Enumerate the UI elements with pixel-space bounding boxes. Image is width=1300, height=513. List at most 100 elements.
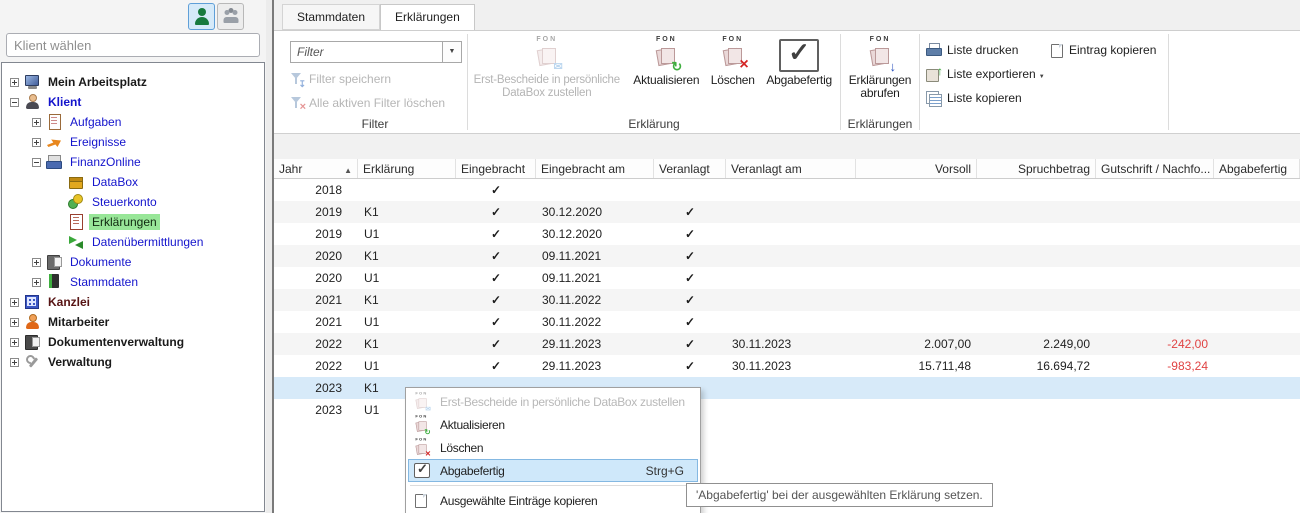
fon-refresh-icon: FON (411, 414, 432, 435)
cell-veranlagt (654, 333, 726, 355)
checkmark-icon (491, 205, 501, 219)
expand-plus-icon[interactable] (31, 137, 41, 147)
cell-veranlagt_am: 30.11.2023 (732, 359, 792, 373)
column-header-veranlagt[interactable]: Veranlagt (654, 159, 726, 178)
context-menu: FON Erst-Bescheide in persönliche DataBox… (405, 387, 701, 513)
sidebar-item-databox[interactable]: DataBox (2, 172, 264, 192)
table-row[interactable]: 2018 (274, 179, 1300, 201)
cell-eingebracht (456, 289, 536, 311)
sidebar-item-dokumentenverwaltung[interactable]: Dokumentenverwaltung (2, 332, 264, 352)
sidebar-item-stammdaten[interactable]: Stammdaten (2, 272, 264, 292)
table-row[interactable]: 2019 U1 30.12.2020 (274, 223, 1300, 245)
table-row[interactable]: 2021 K1 30.11.2022 (274, 289, 1300, 311)
column-header-gutschrift[interactable]: Gutschrift / Nachfo... (1096, 159, 1214, 178)
sidebar-item-steuerkonto[interactable]: Steuerkonto (2, 192, 264, 212)
table-row[interactable]: 2021 U1 30.11.2022 (274, 311, 1300, 333)
filter-combo[interactable]: Filter (290, 41, 462, 63)
sort-asc-icon (340, 162, 352, 176)
sidebar-item-finanzonline[interactable]: FinanzOnline (2, 152, 264, 172)
ribbon-button-loeschen[interactable]: FON Löschen (707, 31, 758, 115)
menu-separator (410, 485, 696, 486)
checkmark-box-icon (411, 460, 434, 482)
expand-plus-icon[interactable] (9, 317, 19, 327)
cell-abgabefertig (1214, 245, 1300, 267)
collapse-minus-icon[interactable] (31, 157, 41, 167)
sidebar-item-datenuebermittlungen[interactable]: Datenübermittlungen (2, 232, 264, 252)
column-header-spruchbetrag[interactable]: Spruchbetrag (977, 159, 1096, 178)
client-search-input[interactable] (6, 33, 260, 57)
cell-veranlagt_am (726, 377, 856, 399)
menu-item-label: Aktualisieren (440, 417, 505, 432)
sidebar-item-klient[interactable]: Klient (2, 92, 264, 112)
sidebar-item-mein-arbeitsplatz[interactable]: Mein Arbeitsplatz (2, 72, 264, 92)
column-header-erklaerung[interactable]: Erklärung (358, 159, 456, 178)
cell-veranlagt (654, 311, 726, 333)
ribbon-button-label: Löschen (710, 73, 755, 87)
cell-eingebracht_am: 29.11.2023 (542, 359, 602, 373)
fon-letters: FON (415, 390, 428, 395)
table-row[interactable]: 2022 U1 29.11.2023 30.11.2023 15.711,48 16.69… (274, 355, 1300, 377)
column-header-eingebracht_am[interactable]: Eingebracht am (536, 159, 654, 178)
sidebar-item-kanzlei[interactable]: Kanzlei (2, 292, 264, 312)
ribbon-group-erklaerung-label: Erklärung (628, 117, 680, 131)
ribbon-button-liste-exportieren[interactable]: Liste exportieren (926, 63, 1045, 85)
ribbon-button-erstbescheide[interactable]: FON Erst-Bescheide in persönliche DataBo… (468, 31, 626, 115)
expand-plus-icon[interactable] (31, 117, 41, 127)
tab-erklaerungen[interactable]: Erklärungen (380, 4, 475, 30)
column-header-label: Abgabefertig (1219, 161, 1288, 176)
column-header-veranlagt_am[interactable]: Veranlagt am (726, 159, 856, 178)
cell-vorsoll (856, 399, 977, 421)
expand-plus-icon[interactable] (9, 357, 19, 367)
ribbon-button-liste-drucken[interactable]: Liste drucken (926, 39, 1018, 61)
cell-spruchbetrag (977, 267, 1096, 289)
expand-plus-icon[interactable] (9, 77, 19, 87)
sidebar-item-mitarbeiter[interactable]: Mitarbeiter (2, 312, 264, 332)
sidebar-item-erklaerungen[interactable]: Erklärungen (2, 212, 264, 232)
table-row[interactable]: 2020 U1 09.11.2021 (274, 267, 1300, 289)
table-row[interactable]: 2019 K1 30.12.2020 (274, 201, 1300, 223)
sidebar-item-verwaltung[interactable]: Verwaltung (2, 352, 264, 372)
menu-item-eintraege-kopieren[interactable]: Ausgewählte Einträge kopieren (408, 489, 698, 512)
cell-abgabefertig (1214, 289, 1300, 311)
table-row[interactable]: 2022 K1 29.11.2023 30.11.2023 2.007,00 2.249,… (274, 333, 1300, 355)
expand-plus-icon[interactable] (9, 297, 19, 307)
export-icon (926, 64, 943, 82)
table-row[interactable]: 2020 K1 09.11.2021 (274, 245, 1300, 267)
menu-item-aktualisieren[interactable]: FON Aktualisieren (408, 413, 698, 436)
save-arrow-icon (298, 80, 306, 89)
menu-item-abgabefertig[interactable]: Abgabefertig Strg+G (408, 459, 698, 482)
filter-save-button[interactable]: Filter speichern (290, 69, 391, 89)
filter-save-icon (290, 72, 304, 86)
cell-jahr: 2019 (315, 227, 342, 241)
ribbon-button-erklaerungen-abrufen[interactable]: FON Erklärungen abrufen (841, 31, 919, 115)
menu-item-loeschen[interactable]: FON Löschen (408, 436, 698, 459)
expand-plus-icon[interactable] (9, 337, 19, 347)
collapse-minus-icon[interactable] (9, 97, 19, 107)
column-header-abgabefertig[interactable]: Abgabefertig (1214, 159, 1300, 178)
cell-gutschrift: -242,00 (1167, 337, 1208, 351)
ribbon-button-liste-kopieren[interactable]: Liste kopieren (926, 87, 1022, 109)
column-header-eingebracht[interactable]: Eingebracht (456, 159, 536, 178)
ribbon-button-abgabefertig[interactable]: Abgabefertig (758, 31, 840, 115)
cell-jahr: 2020 (315, 271, 342, 285)
tab-stammdaten[interactable]: Stammdaten (282, 4, 381, 30)
sidebar-item-dokumente[interactable]: Dokumente (2, 252, 264, 272)
client-view-button[interactable] (188, 3, 215, 30)
ribbon-button-eintrag-kopieren[interactable]: Eintrag kopieren (1050, 39, 1156, 61)
filter-clear-button[interactable]: Alle aktiven Filter löschen (290, 93, 445, 113)
sidebar-item-ereignisse[interactable]: Ereignisse (2, 132, 264, 152)
sidebar-splitter[interactable] (266, 0, 274, 513)
sidebar-item-aufgaben[interactable]: Aufgaben (2, 112, 264, 132)
checkmark-icon (685, 315, 695, 329)
ribbon-button-aktualisieren[interactable]: FON Aktualisieren (626, 31, 708, 115)
cell-gutschrift: -983,24 (1167, 359, 1208, 373)
column-header-vorsoll[interactable]: Vorsoll (856, 159, 977, 178)
chevron-down-icon[interactable] (442, 42, 461, 62)
group-view-button[interactable] (217, 3, 244, 30)
column-header-jahr[interactable]: Jahr (274, 159, 358, 178)
column-header-label: Spruchbetrag (1017, 161, 1090, 176)
expand-plus-icon[interactable] (31, 257, 41, 267)
expand-plus-icon[interactable] (31, 277, 41, 287)
cell-gutschrift (1096, 267, 1214, 289)
column-header-label: Eingebracht (461, 161, 526, 176)
